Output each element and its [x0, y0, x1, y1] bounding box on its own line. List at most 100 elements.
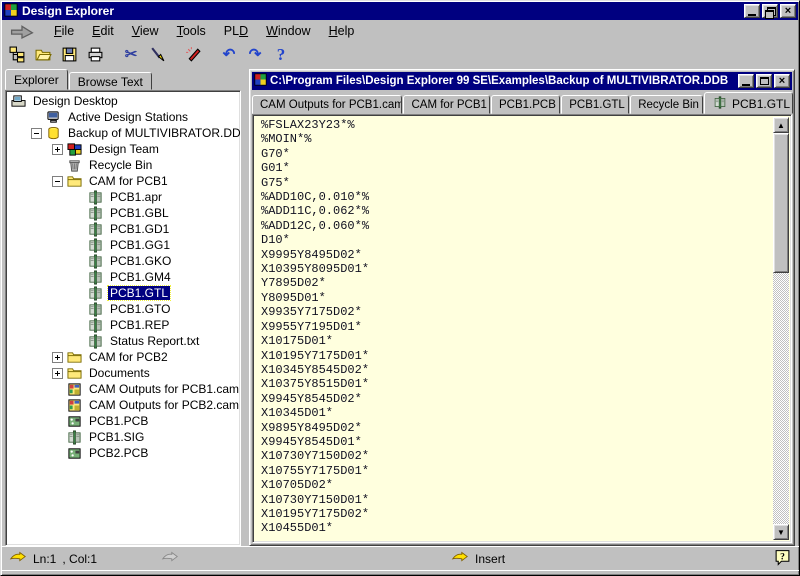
menu-view[interactable]: View — [123, 22, 168, 40]
minimize-icon — [748, 14, 756, 16]
print-button[interactable] — [83, 43, 107, 65]
tree-item-documents[interactable]: Documents — [8, 365, 240, 381]
scroll-up-button[interactable]: ▲ — [773, 117, 789, 133]
book-icon — [87, 222, 104, 237]
document-tab-pcb1-gtl[interactable]: PCB1.GTL — [561, 95, 629, 114]
editor-area: %FSLAX23Y23*%%MOIN*%G70*G01*G75*%ADD10C,… — [252, 114, 792, 543]
tree-item-label: CAM Outputs for PCB1.cam — [87, 382, 241, 396]
expander-plus-icon[interactable] — [52, 352, 63, 363]
tree-item-label: CAM Outputs for PCB2.cam — [87, 398, 241, 412]
panel-splitter[interactable] — [241, 69, 249, 546]
explorer-toggle-button[interactable] — [5, 43, 29, 65]
cross-probe-button[interactable] — [145, 43, 169, 65]
expander-plus-icon[interactable] — [52, 144, 63, 155]
document-tab-pcb1-gtl-active[interactable]: PCB1.GTL — [704, 92, 793, 114]
editor-line: G75* — [261, 176, 773, 190]
tree-item-cam-for-pcb1[interactable]: CAM for PCB1 — [8, 173, 240, 189]
tree-item-cam-outputs-for-pcb1-cam[interactable]: CAM Outputs for PCB1.cam — [8, 381, 240, 397]
tree-item-pcb1-gto[interactable]: PCB1.GTO — [8, 301, 240, 317]
menu-edit[interactable]: Edit — [83, 22, 123, 40]
tree-item-pcb1-gm4[interactable]: PCB1.GM4 — [8, 269, 240, 285]
tree-item-pcb1-gko[interactable]: PCB1.GKO — [8, 253, 240, 269]
vertical-scrollbar[interactable]: ▲ ▼ — [773, 117, 789, 540]
help-button[interactable]: ? — [269, 43, 293, 65]
menu-file[interactable]: File — [45, 22, 83, 40]
tree-item-pcb1-gtl[interactable]: PCB1.GTL — [8, 285, 240, 301]
tree-item-label: CAM for PCB1 — [87, 174, 170, 188]
restore-icon — [765, 7, 775, 16]
tree-item-pcb1-apr[interactable]: PCB1.apr — [8, 189, 240, 205]
menu-arrow-icon[interactable] — [9, 25, 35, 38]
menu-tools[interactable]: Tools — [168, 22, 215, 40]
editor-line: X10455D01* — [261, 521, 773, 535]
open-document-button[interactable] — [31, 43, 55, 65]
doc-close-button[interactable]: × — [774, 74, 790, 88]
sidebar-tab-browse-text[interactable]: Browse Text — [69, 72, 152, 90]
tree-item-label: PCB1.GTL — [108, 286, 170, 300]
spark-pen-icon — [185, 46, 202, 63]
text-editor[interactable]: %FSLAX23Y23*%%MOIN*%G70*G01*G75*%ADD10C,… — [255, 117, 773, 540]
folder-icon — [66, 366, 83, 381]
menu-help[interactable]: Help — [320, 22, 364, 40]
question-icon: ? — [277, 46, 286, 63]
tree-item-pcb1-gd1[interactable]: PCB1.GD1 — [8, 221, 240, 237]
document-tab-pcb1-pcb[interactable]: PCB1.PCB — [491, 95, 560, 114]
expander-minus-icon[interactable] — [31, 128, 42, 139]
editor-line: X9945Y8545D02* — [261, 392, 773, 406]
editor-line: D10* — [261, 233, 773, 247]
book-icon — [87, 206, 104, 221]
tree-item-status-report-txt[interactable]: Status Report.txt — [8, 333, 240, 349]
tree-item-design-desktop[interactable]: Design Desktop — [8, 93, 240, 109]
tree-item-pcb1-rep[interactable]: PCB1.REP — [8, 317, 240, 333]
help-bubble-icon[interactable]: ? — [774, 549, 791, 569]
scrollbar-thumb[interactable] — [773, 133, 789, 273]
undo-button[interactable]: ↶ — [217, 43, 241, 65]
expander-plus-icon[interactable] — [52, 368, 63, 379]
editor-line: X10175D01* — [261, 334, 773, 348]
document-tab-cam-outputs-for-pcb1-cam[interactable]: CAM Outputs for PCB1.cam — [252, 95, 402, 114]
status-col: , Col:1 — [62, 552, 97, 566]
tree-item-label: PCB1.GTO — [108, 302, 172, 316]
tree-item-pcb1-pcb[interactable]: PCB1.PCB — [8, 413, 240, 429]
minimize-button[interactable] — [744, 4, 760, 18]
document-window: C:\Program Files\Design Explorer 99 SE\E… — [249, 69, 795, 546]
book-icon — [66, 430, 83, 445]
document-tab-label: PCB1.PCB — [499, 99, 556, 111]
close-button[interactable]: × — [780, 4, 796, 18]
tree-item-backup-of-multivibrator-ddb[interactable]: Backup of MULTIVIBRATOR.DDB — [8, 125, 240, 141]
editor-line: %ADD12C,0.060*% — [261, 219, 773, 233]
scroll-down-button[interactable]: ▼ — [773, 524, 789, 540]
redo-button[interactable]: ↷ — [243, 43, 267, 65]
window-title: Design Explorer — [22, 4, 744, 18]
expander-minus-icon[interactable] — [52, 176, 63, 187]
tree-item-cam-for-pcb2[interactable]: CAM for PCB2 — [8, 349, 240, 365]
restore-button[interactable] — [762, 4, 778, 18]
editor-line: Y7895D02* — [261, 276, 773, 290]
tree-item-pcb1-gg1[interactable]: PCB1.GG1 — [8, 237, 240, 253]
book-icon — [87, 254, 104, 269]
document-tab-cam-for-pcb1[interactable]: CAM for PCB1 — [403, 95, 490, 114]
team-icon — [66, 142, 83, 157]
tree-item-design-team[interactable]: Design Team — [8, 141, 240, 157]
menu-window[interactable]: Window — [257, 22, 319, 40]
redo-icon: ↷ — [249, 46, 262, 63]
save-button[interactable] — [57, 43, 81, 65]
document-icon — [254, 73, 267, 89]
tree-item-active-design-stations[interactable]: Active Design Stations — [8, 109, 240, 125]
tree-item-pcb2-pcb[interactable]: PCB2.PCB — [8, 445, 240, 461]
tree-item-pcb1-gbl[interactable]: PCB1.GBL — [8, 205, 240, 221]
wizard-button[interactable] — [181, 43, 205, 65]
sidebar-tab-explorer[interactable]: Explorer — [5, 69, 68, 90]
document-tab-recycle-bin[interactable]: Recycle Bin — [630, 95, 703, 114]
menu-pld[interactable]: PLD — [215, 22, 257, 40]
doc-maximize-button[interactable] — [756, 74, 772, 88]
title-bar: Design Explorer × — [2, 2, 798, 20]
doc-minimize-button[interactable] — [738, 74, 754, 88]
tree-item-pcb1-sig[interactable]: PCB1.SIG — [8, 429, 240, 445]
editor-line: X10730Y7150D01* — [261, 493, 773, 507]
cut-button[interactable]: ✂ — [119, 43, 143, 65]
tree-item-recycle-bin[interactable]: Recycle Bin — [8, 157, 240, 173]
design-tree[interactable]: Design DesktopActive Design StationsBack… — [5, 90, 241, 546]
tree-item-cam-outputs-for-pcb2-cam[interactable]: CAM Outputs for PCB2.cam — [8, 397, 240, 413]
editor-line: X9895Y8495D02* — [261, 421, 773, 435]
